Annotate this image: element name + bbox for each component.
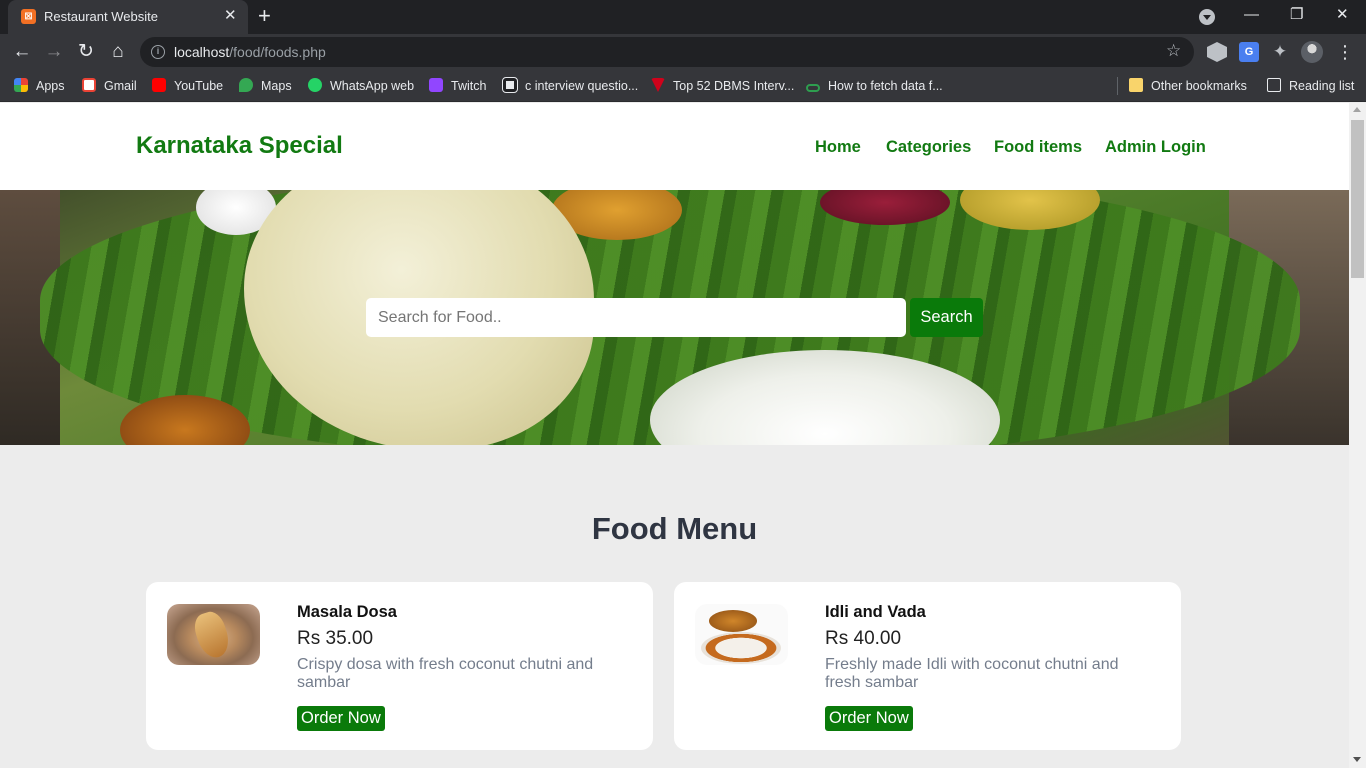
google-translate-icon[interactable]: G xyxy=(1239,42,1259,62)
browser-menu-icon[interactable]: ⋮ xyxy=(1336,40,1354,64)
close-window-icon[interactable]: ✕ xyxy=(1336,4,1349,26)
reading-list-icon xyxy=(1267,78,1281,92)
home-icon[interactable]: ⌂ xyxy=(106,40,130,64)
nav-home[interactable]: Home xyxy=(815,138,861,157)
order-now-button[interactable]: Order Now xyxy=(825,706,913,731)
maps-icon xyxy=(239,78,253,92)
food-card: Masala Dosa Rs 35.00 Crispy dosa with fr… xyxy=(146,582,653,750)
bookmarks-bar: Apps Gmail YouTube Maps WhatsApp web Twi… xyxy=(0,70,1366,102)
extensions-puzzle-icon[interactable]: ✦ xyxy=(1270,42,1290,62)
reload-icon[interactable]: ↻ xyxy=(74,40,98,64)
scroll-down-arrow-icon[interactable] xyxy=(1353,757,1361,762)
food-name: Idli and Vada xyxy=(825,603,926,621)
nav-categories[interactable]: Categories xyxy=(886,138,971,157)
site-header: Karnataka Special Home Categories Food i… xyxy=(0,103,1349,190)
bookmarks-divider xyxy=(1117,77,1118,95)
page-viewport: Karnataka Special Home Categories Food i… xyxy=(0,103,1349,768)
bookmark-star-icon[interactable]: ☆ xyxy=(1166,41,1181,61)
bookmark-twitch[interactable]: Twitch xyxy=(429,77,486,95)
qr-icon xyxy=(502,77,518,93)
tab-search-icon[interactable] xyxy=(1199,9,1215,25)
food-price: Rs 40.00 xyxy=(825,628,902,649)
food-card: Idli and Vada Rs 40.00 Freshly made Idli… xyxy=(674,582,1181,750)
food-menu-title: Food Menu xyxy=(591,511,758,546)
close-tab-icon[interactable]: ✕ xyxy=(224,7,237,25)
back-icon[interactable]: ← xyxy=(10,40,34,64)
gmail-icon xyxy=(82,78,96,92)
scroll-up-arrow-icon[interactable] xyxy=(1353,107,1361,112)
profile-avatar[interactable] xyxy=(1301,41,1323,63)
browser-tab[interactable]: ⊠ Restaurant Website ✕ xyxy=(8,0,248,34)
scrollbar-thumb[interactable] xyxy=(1351,120,1364,278)
bookmark-fetch-data[interactable]: How to fetch data f... xyxy=(806,77,943,95)
tab-title: Restaurant Website xyxy=(44,9,158,24)
site-brand[interactable]: Karnataka Special xyxy=(136,132,343,160)
folder-icon xyxy=(1129,78,1143,92)
site-info-icon[interactable]: i xyxy=(151,45,165,59)
page-scrollbar[interactable] xyxy=(1349,103,1366,768)
bookmark-gmail[interactable]: Gmail xyxy=(82,77,137,95)
extension-shield-icon[interactable] xyxy=(1207,42,1227,62)
bookmark-dbms[interactable]: Top 52 DBMS Interv... xyxy=(651,77,794,95)
whatsapp-icon xyxy=(308,78,322,92)
food-description: Crispy dosa with fresh coconut chutni an… xyxy=(297,656,594,691)
new-tab-icon[interactable]: + xyxy=(258,4,271,28)
forward-icon[interactable]: → xyxy=(42,40,66,64)
idli-plate-image xyxy=(701,632,781,664)
reading-list[interactable]: Reading list xyxy=(1267,77,1354,95)
nav-food-items[interactable]: Food items xyxy=(994,138,1082,157)
triangle-logo-icon xyxy=(651,78,665,92)
masala-dosa-image xyxy=(167,604,260,665)
browser-tab-strip: ⊠ Restaurant Website ✕ + — ❐ ✕ xyxy=(0,0,1366,34)
hero-banner: Search xyxy=(0,190,1349,445)
idli-vada-image xyxy=(695,604,788,665)
bookmark-apps[interactable]: Apps xyxy=(14,77,65,95)
bookmark-c-interview[interactable]: c interview questio... xyxy=(502,77,638,95)
food-description: Freshly made Idli with coconut chutni an… xyxy=(825,656,1119,691)
search-button[interactable]: Search xyxy=(910,298,983,337)
bookmark-youtube[interactable]: YouTube xyxy=(152,77,223,95)
other-bookmarks[interactable]: Other bookmarks xyxy=(1129,77,1247,95)
link-icon xyxy=(806,84,820,92)
browser-toolbar: ← → ↻ ⌂ i localhost/food/foods.php ☆ G ✦… xyxy=(0,34,1366,70)
twitch-icon xyxy=(429,78,443,92)
minimize-window-icon[interactable]: — xyxy=(1244,4,1259,26)
sambar-bowl-image xyxy=(709,610,757,632)
bookmark-whatsapp[interactable]: WhatsApp web xyxy=(308,77,414,95)
food-search-input[interactable] xyxy=(366,298,906,337)
food-name: Masala Dosa xyxy=(297,603,397,621)
youtube-icon xyxy=(152,78,166,92)
order-now-button[interactable]: Order Now xyxy=(297,706,385,731)
url-text[interactable]: localhost/food/foods.php xyxy=(174,44,326,60)
restore-window-icon[interactable]: ❐ xyxy=(1290,4,1303,26)
address-bar[interactable]: i localhost/food/foods.php ☆ xyxy=(140,37,1194,67)
bookmark-maps[interactable]: Maps xyxy=(239,77,292,95)
nav-admin-login[interactable]: Admin Login xyxy=(1105,138,1206,157)
apps-grid-icon xyxy=(14,78,28,92)
food-price: Rs 35.00 xyxy=(297,628,374,649)
xampp-favicon-icon: ⊠ xyxy=(21,9,36,24)
